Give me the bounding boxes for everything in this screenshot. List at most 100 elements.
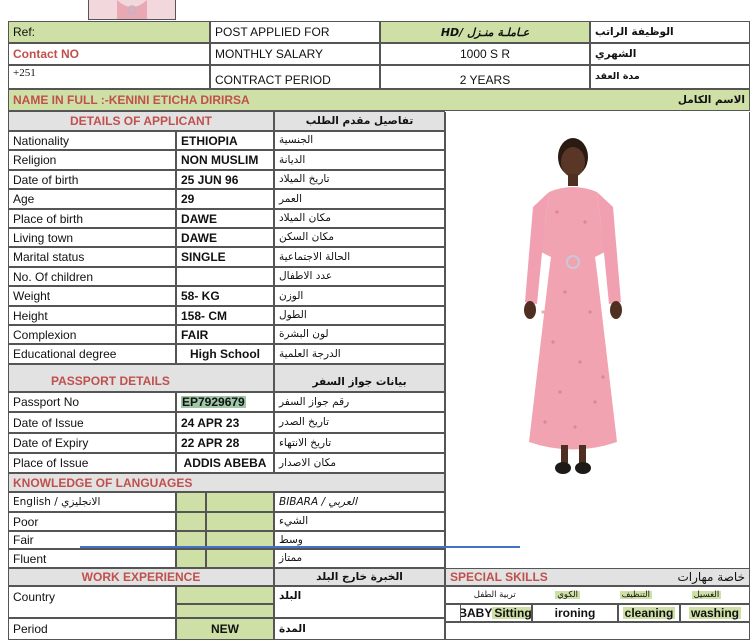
english-label: English / الانجليزي	[8, 492, 176, 512]
language-level-label: Poor	[8, 512, 176, 531]
language-level-english-a	[176, 512, 206, 531]
applicant-row-value: 58- KG	[176, 286, 274, 306]
applicant-row-ar: الطول	[274, 306, 445, 325]
applicant-row-ar: الجنسية	[274, 131, 445, 150]
passport-row-ar: تاريخ الصدر	[274, 412, 445, 433]
full-name-ar: الاسم الكامل	[677, 93, 745, 106]
applicant-row-label: Educational degree	[8, 344, 176, 364]
skills-empty-row	[445, 622, 750, 640]
country-value-b	[176, 604, 274, 618]
arabic-label: العربي / BIBARA	[274, 492, 445, 512]
period-ar: المدة	[274, 618, 445, 640]
applicant-row-value: FAIR	[176, 325, 274, 344]
applicant-row-value: DAWE	[176, 228, 274, 247]
work-experience-header-ar: الخبرة خارج البلد	[274, 568, 445, 586]
language-level-english-a	[176, 549, 206, 568]
applicant-row-value: High School	[176, 344, 274, 364]
full-name-label: NAME IN FULL :-KENINI ETICHA DIRIRSA	[13, 93, 250, 107]
photo-frame-top	[88, 0, 176, 20]
post-applied-ar: الوظيفة الراتب	[590, 21, 750, 43]
applicant-row-ar: الدرجة العلمية	[274, 344, 445, 364]
passport-row-value: 24 APR 23	[176, 412, 274, 433]
applicant-row-ar: الوزن	[274, 286, 445, 306]
english-col-a	[176, 492, 206, 512]
english-col-b	[206, 492, 274, 512]
country-ar: البلد	[274, 586, 445, 618]
applicant-row-ar: مكان الميلاد	[274, 209, 445, 228]
passport-row-ar: تاريخ الانتهاء	[274, 433, 445, 453]
applicant-row-value: DAWE	[176, 209, 274, 228]
applicant-row-value: 29	[176, 189, 274, 209]
country-value-a	[176, 586, 274, 604]
applicant-details-header: DETAILS OF APPLICANT	[8, 111, 274, 131]
post-applied-label: POST APPLIED FOR	[210, 21, 380, 43]
contact-label: Contact NO	[8, 43, 210, 65]
post-applied-value: HD/ عـاملـة منـزل	[380, 21, 590, 43]
applicant-row-value: ETHIOPIA	[176, 131, 274, 150]
phone-number: +251	[8, 65, 210, 89]
contract-period-value: 2 YEARS	[380, 65, 590, 89]
applicant-row-value: SINGLE	[176, 247, 274, 267]
special-skills-title: SPECIAL SKILLS	[450, 570, 548, 584]
applicant-row-label: Complexion	[8, 325, 176, 344]
applicant-row-label: No. Of children	[8, 267, 176, 286]
applicant-row-ar: مكان السكن	[274, 228, 445, 247]
language-level-label: Fluent	[8, 549, 176, 568]
applicant-row-ar: لون البشرة	[274, 325, 445, 344]
skill-cleaning: cleaning	[618, 604, 680, 622]
monthly-salary-ar: الشهري	[590, 43, 750, 65]
contract-period-label: CONTRACT PERIOD	[210, 65, 380, 89]
applicant-photo	[445, 112, 750, 482]
period-label: Period	[8, 618, 176, 640]
skill-ar-0: تربية الطفل	[473, 589, 516, 600]
passport-row-label: Place of Issue	[8, 453, 176, 473]
applicant-row-ar: عدد الاطفال	[274, 267, 445, 286]
languages-header: KNOWLEDGE OF LANGUAGES	[8, 473, 445, 492]
applicant-row-value: 25 JUN 96	[176, 170, 274, 189]
applicant-row-ar: الحالة الاجتماعية	[274, 247, 445, 267]
language-level-english-b	[206, 512, 274, 531]
passport-row-label: Passport No	[8, 392, 176, 412]
applicant-row-label: Weight	[8, 286, 176, 306]
applicant-row-value: NON MUSLIM	[176, 150, 274, 170]
applicant-row-label: Date of birth	[8, 170, 176, 189]
passport-row-value: ADDIS ABEBA	[176, 453, 274, 473]
language-level-english-b	[206, 549, 274, 568]
applicant-row-label: Nationality	[8, 131, 176, 150]
passport-row-value: 22 APR 28	[176, 433, 274, 453]
applicant-row-label: Religion	[8, 150, 176, 170]
work-experience-header: WORK EXPERIENCE	[8, 568, 274, 586]
passport-row-ar: مكان الاصدار	[274, 453, 445, 473]
applicant-details-header-ar: تفاصيل مقدم الطلب	[274, 111, 445, 131]
applicant-row-label: Marital status	[8, 247, 176, 267]
monthly-salary-value: 1000 S R	[380, 43, 590, 65]
passport-row-label: Date of Expiry	[8, 433, 176, 453]
applicant-row-label: Place of birth	[8, 209, 176, 228]
applicant-row-value	[176, 267, 274, 286]
skills-ar-row: تربية الطفل الكوي التنظيف الغسيل	[445, 586, 750, 604]
monthly-salary-label: MONTHLY SALARY	[210, 43, 380, 65]
period-value: NEW	[176, 618, 274, 640]
language-level-ar: الشيء	[274, 512, 445, 531]
passport-row-ar: رقم جواز السفر	[274, 392, 445, 412]
special-skills-header: SPECIAL SKILLS خاصة مهارات	[445, 568, 750, 586]
skill-ironing: ironing	[532, 604, 618, 622]
applicant-row-label: Living town	[8, 228, 176, 247]
passport-row-label: Date of Issue	[8, 412, 176, 433]
skill-washing: washing	[680, 604, 750, 622]
skill-baby-sitting: BABY Sitting	[460, 604, 532, 622]
passport-details-header-ar: بيانات جواز السفر	[274, 364, 445, 392]
applicant-row-value: 158- CM	[176, 306, 274, 325]
applicant-row-label: Age	[8, 189, 176, 209]
applicant-row-ar: الديانة	[274, 150, 445, 170]
applicant-row-label: Height	[8, 306, 176, 325]
skill-ar-1: الكوي	[555, 589, 580, 600]
skill-ar-3: الغسيل	[691, 589, 722, 600]
language-level-ar: ممتاز	[274, 549, 445, 568]
full-name: NAME IN FULL :-KENINI ETICHA DIRIRSA الا…	[8, 89, 750, 111]
skill-ar-2: التنظيف	[619, 589, 652, 600]
contract-period-ar: مدة العقد	[590, 65, 750, 89]
passport-row-value: EP7929679	[176, 392, 274, 412]
applicant-row-ar: تاريخ الميلاد	[274, 170, 445, 189]
photo-top-crop	[89, 0, 175, 19]
